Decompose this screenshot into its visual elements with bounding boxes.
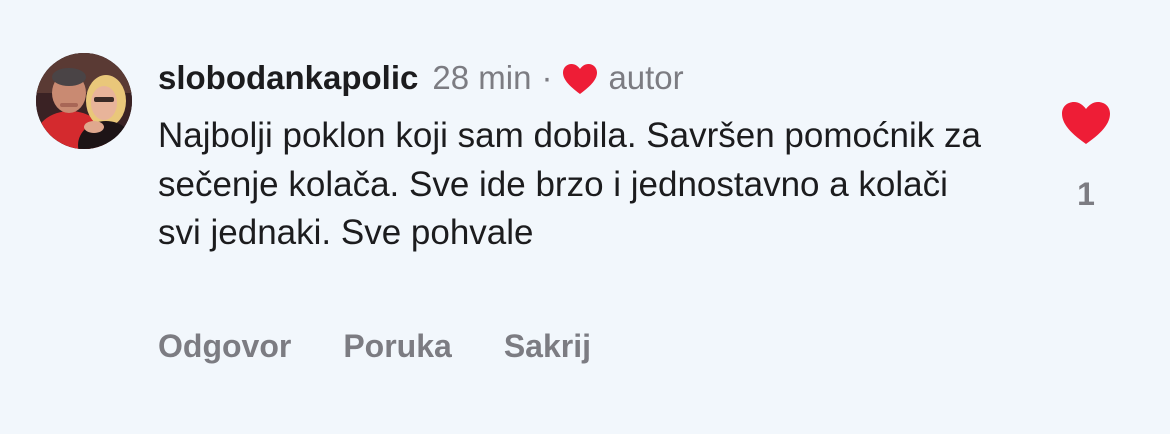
comment-actions: Odgovor Poruka Sakrij — [158, 328, 643, 365]
message-button[interactable]: Poruka — [343, 328, 451, 365]
heart-icon — [1062, 102, 1110, 144]
author-label: autor — [608, 59, 684, 96]
like-count: 1 — [1077, 176, 1095, 212]
author-liked-heart-shape — [563, 64, 598, 94]
like-button[interactable] — [1060, 100, 1112, 146]
comment: slobodankapolic 28 min · autor Najbolji … — [0, 0, 1170, 434]
avatar-photo — [36, 53, 132, 149]
reply-button[interactable]: Odgovor — [158, 328, 291, 365]
comment-text: Najbolji poklon koji sam dobila. Savršen… — [158, 116, 981, 252]
hide-button[interactable]: Sakrij — [504, 328, 591, 365]
username[interactable]: slobodankapolic — [158, 59, 418, 97]
avatar[interactable] — [36, 53, 132, 149]
timestamp: 28 min — [432, 59, 532, 96]
comment-meta: slobodankapolic 28 min · autor — [158, 58, 684, 98]
separator-dot: · — [541, 59, 553, 96]
heart-icon — [562, 63, 598, 95]
